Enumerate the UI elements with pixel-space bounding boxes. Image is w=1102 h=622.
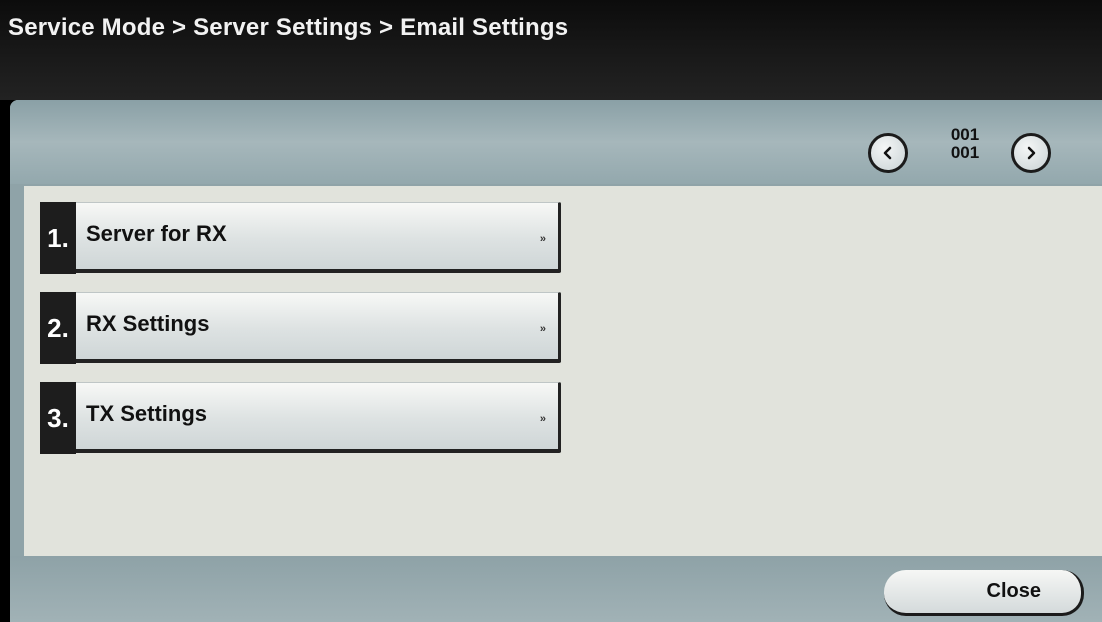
menu-item-rx-settings[interactable]: 2. RX Settings »: [40, 292, 566, 364]
menu-item-server-for-rx[interactable]: 1. Server for RX »: [40, 202, 566, 274]
page-counter: 001 001: [930, 126, 1000, 162]
double-arrow-icon: »: [539, 323, 546, 335]
toolbar: 001 001: [10, 100, 1102, 184]
menu-list: 1. Server for RX » 2. RX Settings » 3. T…: [24, 186, 1102, 556]
breadcrumb: Service Mode > Server Settings > Email S…: [8, 14, 569, 41]
header-bar: Service Mode > Server Settings > Email S…: [0, 0, 1102, 100]
menu-item-button[interactable]: TX Settings »: [76, 382, 561, 453]
chevron-right-icon: [1027, 146, 1036, 160]
footer-bar: Close: [10, 556, 1102, 622]
menu-item-tx-settings[interactable]: 3. TX Settings »: [40, 382, 566, 454]
menu-item-number: 2.: [40, 292, 76, 364]
main-panel: 001 001 1. Server for RX » 2. RX Setting…: [10, 100, 1102, 622]
page-total: 001: [950, 143, 980, 162]
menu-item-button[interactable]: RX Settings »: [76, 292, 561, 363]
screen: Service Mode > Server Settings > Email S…: [0, 0, 1102, 622]
menu-item-label: Server for RX: [86, 221, 227, 246]
menu-item-number: 1.: [40, 202, 76, 274]
double-arrow-icon: »: [539, 413, 546, 425]
double-arrow-icon: »: [539, 233, 546, 245]
previous-page-button[interactable]: [868, 133, 908, 173]
menu-item-number: 3.: [40, 382, 76, 454]
menu-item-label: TX Settings: [86, 401, 208, 426]
menu-item-label: RX Settings: [86, 311, 210, 336]
menu-item-button[interactable]: Server for RX »: [76, 202, 561, 273]
next-page-button[interactable]: [1011, 133, 1051, 173]
chevron-left-icon: [883, 146, 892, 160]
page-current: 001: [950, 125, 980, 144]
close-button[interactable]: Close: [884, 570, 1084, 616]
